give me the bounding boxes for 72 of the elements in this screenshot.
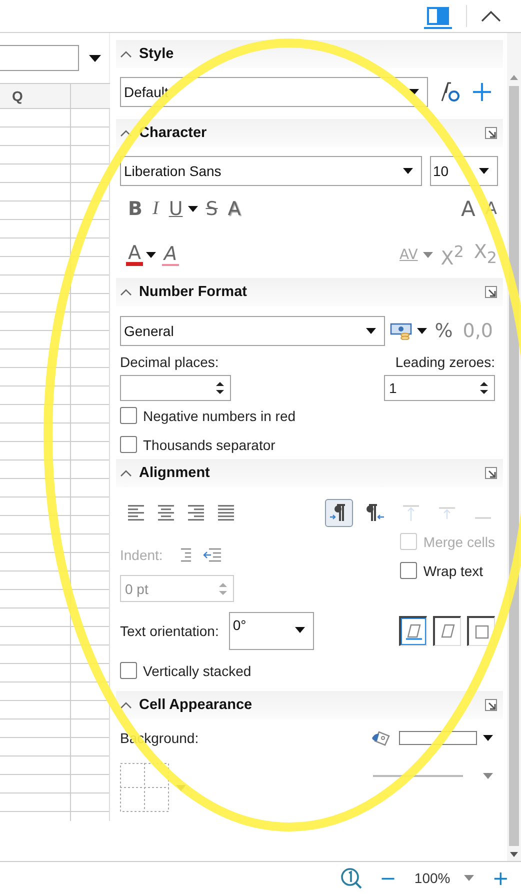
indent-label: Indent: (120, 547, 163, 563)
more-options-icon[interactable] (485, 127, 497, 139)
caret-icon[interactable] (89, 54, 101, 62)
checkbox[interactable] (120, 662, 137, 679)
fill-bucket-icon[interactable] (371, 729, 393, 747)
align-left-icon[interactable] (128, 505, 144, 521)
format-button[interactable]: A (226, 197, 243, 221)
spin-arrows-icon (216, 381, 224, 395)
align-center-icon[interactable] (158, 505, 174, 521)
style-dropdown[interactable]: Default (120, 77, 428, 107)
leading-zeroes-field[interactable]: 1 (384, 375, 495, 401)
format-button[interactable]: A (458, 197, 478, 221)
more-options-icon[interactable] (485, 286, 497, 298)
currency-icon[interactable] (390, 322, 414, 340)
scroll-up-icon[interactable] (510, 75, 518, 80)
collapse-icon (120, 50, 132, 58)
format-button[interactable]: U (166, 197, 185, 221)
field-label: Leading zeroes: (395, 354, 495, 370)
zoom-icon[interactable] (340, 867, 362, 889)
checkbox-label: Merge cells (423, 534, 495, 550)
more-options-icon[interactable] (485, 699, 497, 711)
new-style-icon[interactable] (472, 82, 492, 102)
format-button[interactable]: S (204, 197, 220, 221)
collapse-icon (120, 129, 132, 137)
caret-icon (403, 168, 413, 174)
caret-icon (409, 89, 419, 95)
orientation-button[interactable] (399, 616, 427, 646)
field-label: Text orientation: (120, 623, 219, 639)
checkbox-label: Thousands separator (143, 436, 276, 452)
zoom-in-button[interactable]: + (488, 866, 513, 890)
align-justify-icon[interactable] (218, 505, 234, 521)
checkbox-label: Negative numbers in red (143, 408, 296, 424)
collapse-icon (120, 288, 132, 296)
caret-icon (366, 328, 376, 334)
sidebar-icon (427, 6, 449, 24)
update-style-icon[interactable] (440, 81, 460, 103)
caret-icon (483, 735, 493, 741)
align-right-icon[interactable] (188, 505, 204, 521)
orientation-button[interactable] (467, 616, 495, 646)
orientation-button[interactable] (433, 616, 461, 646)
checkbox-label: Wrap text (423, 562, 484, 578)
format-button[interactable]: % (432, 319, 455, 343)
caret-icon (294, 627, 305, 633)
checkbox[interactable] (400, 562, 418, 579)
checkbox-label: Vertically stacked (143, 662, 252, 678)
decimal-places-field[interactable] (120, 375, 231, 401)
zoom-out-button[interactable]: − (376, 866, 400, 890)
spin-arrows-icon (219, 582, 227, 596)
format-button[interactable]: I (150, 197, 161, 221)
checkbox[interactable] (120, 436, 137, 453)
pilcrow-icon[interactable] (325, 499, 353, 527)
spin-arrows-icon (480, 381, 488, 395)
caret-icon (483, 773, 493, 779)
orientation-dropdown[interactable]: 0° (228, 612, 314, 650)
number-format-dropdown[interactable]: General (120, 316, 385, 346)
font-name-dropdown[interactable]: Liberation Sans (120, 156, 422, 186)
format-button[interactable]: B (126, 197, 144, 221)
name-box-field[interactable] (0, 45, 79, 71)
scrollbar-thumb[interactable] (509, 86, 519, 846)
decrease-indent-icon[interactable] (202, 548, 221, 562)
scroll-down-icon[interactable] (510, 852, 518, 857)
more-options-icon[interactable] (485, 467, 497, 479)
checkbox[interactable] (120, 407, 137, 424)
caret-icon (479, 168, 489, 174)
zoom-level[interactable]: 100% (414, 870, 450, 886)
format-button[interactable]: A (162, 244, 179, 266)
borders-icon[interactable] (120, 763, 170, 813)
collapse-icon (120, 701, 132, 709)
format-button[interactable]: A (126, 244, 143, 266)
field-label: Decimal places: (120, 354, 219, 370)
chevron-up-icon[interactable] (481, 10, 501, 22)
collapse-icon (120, 469, 132, 477)
